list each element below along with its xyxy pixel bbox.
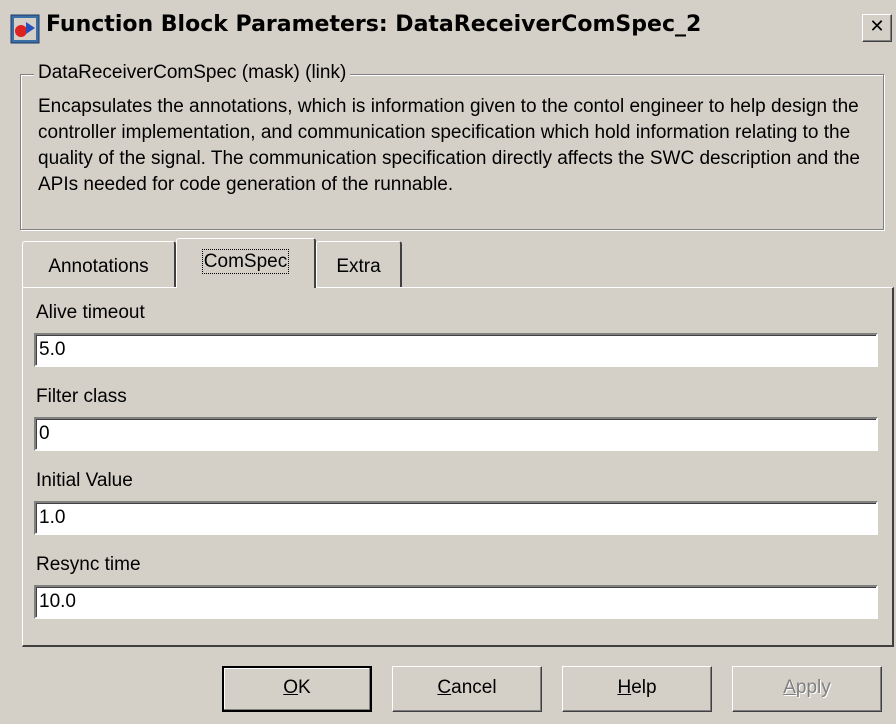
title-bar: Function Block Parameters: DataReceiverC… — [0, 0, 896, 58]
cancel-mnemonic: C — [437, 677, 452, 698]
apply-label-rest: pply — [795, 677, 831, 698]
tab-extra[interactable]: Extra — [316, 241, 402, 287]
ok-label-rest: K — [298, 677, 311, 698]
tab-comspec-label: ComSpec — [201, 249, 290, 274]
apply-button[interactable]: Apply — [732, 666, 882, 712]
ok-mnemonic: O — [283, 677, 299, 698]
simulink-block-icon — [10, 14, 40, 44]
cancel-button[interactable]: Cancel — [392, 666, 542, 712]
help-label-rest: elp — [631, 677, 657, 698]
window-title: Function Block Parameters: DataReceiverC… — [46, 12, 702, 37]
tab-annotations-label: Annotations — [48, 256, 149, 277]
tab-extra-label: Extra — [336, 256, 381, 277]
resync-time-input[interactable] — [34, 585, 878, 619]
close-button[interactable]: ✕ — [862, 14, 892, 42]
mask-description: Encapsulates the annotations, which is i… — [38, 96, 861, 195]
initial-value-input[interactable] — [34, 501, 878, 535]
ok-button[interactable]: OK — [222, 666, 372, 712]
cancel-label-rest: ancel — [451, 677, 497, 698]
close-icon: ✕ — [869, 16, 885, 37]
filter-class-input[interactable] — [34, 417, 878, 451]
mask-group-legend: DataReceiverComSpec (mask) (link) — [34, 62, 351, 84]
apply-mnemonic: A — [783, 677, 796, 698]
help-button[interactable]: Help — [562, 666, 712, 712]
help-mnemonic: H — [617, 677, 632, 698]
tab-comspec[interactable]: ComSpec — [176, 238, 316, 288]
alive-timeout-input[interactable] — [34, 333, 878, 367]
tab-annotations[interactable]: Annotations — [22, 241, 176, 287]
